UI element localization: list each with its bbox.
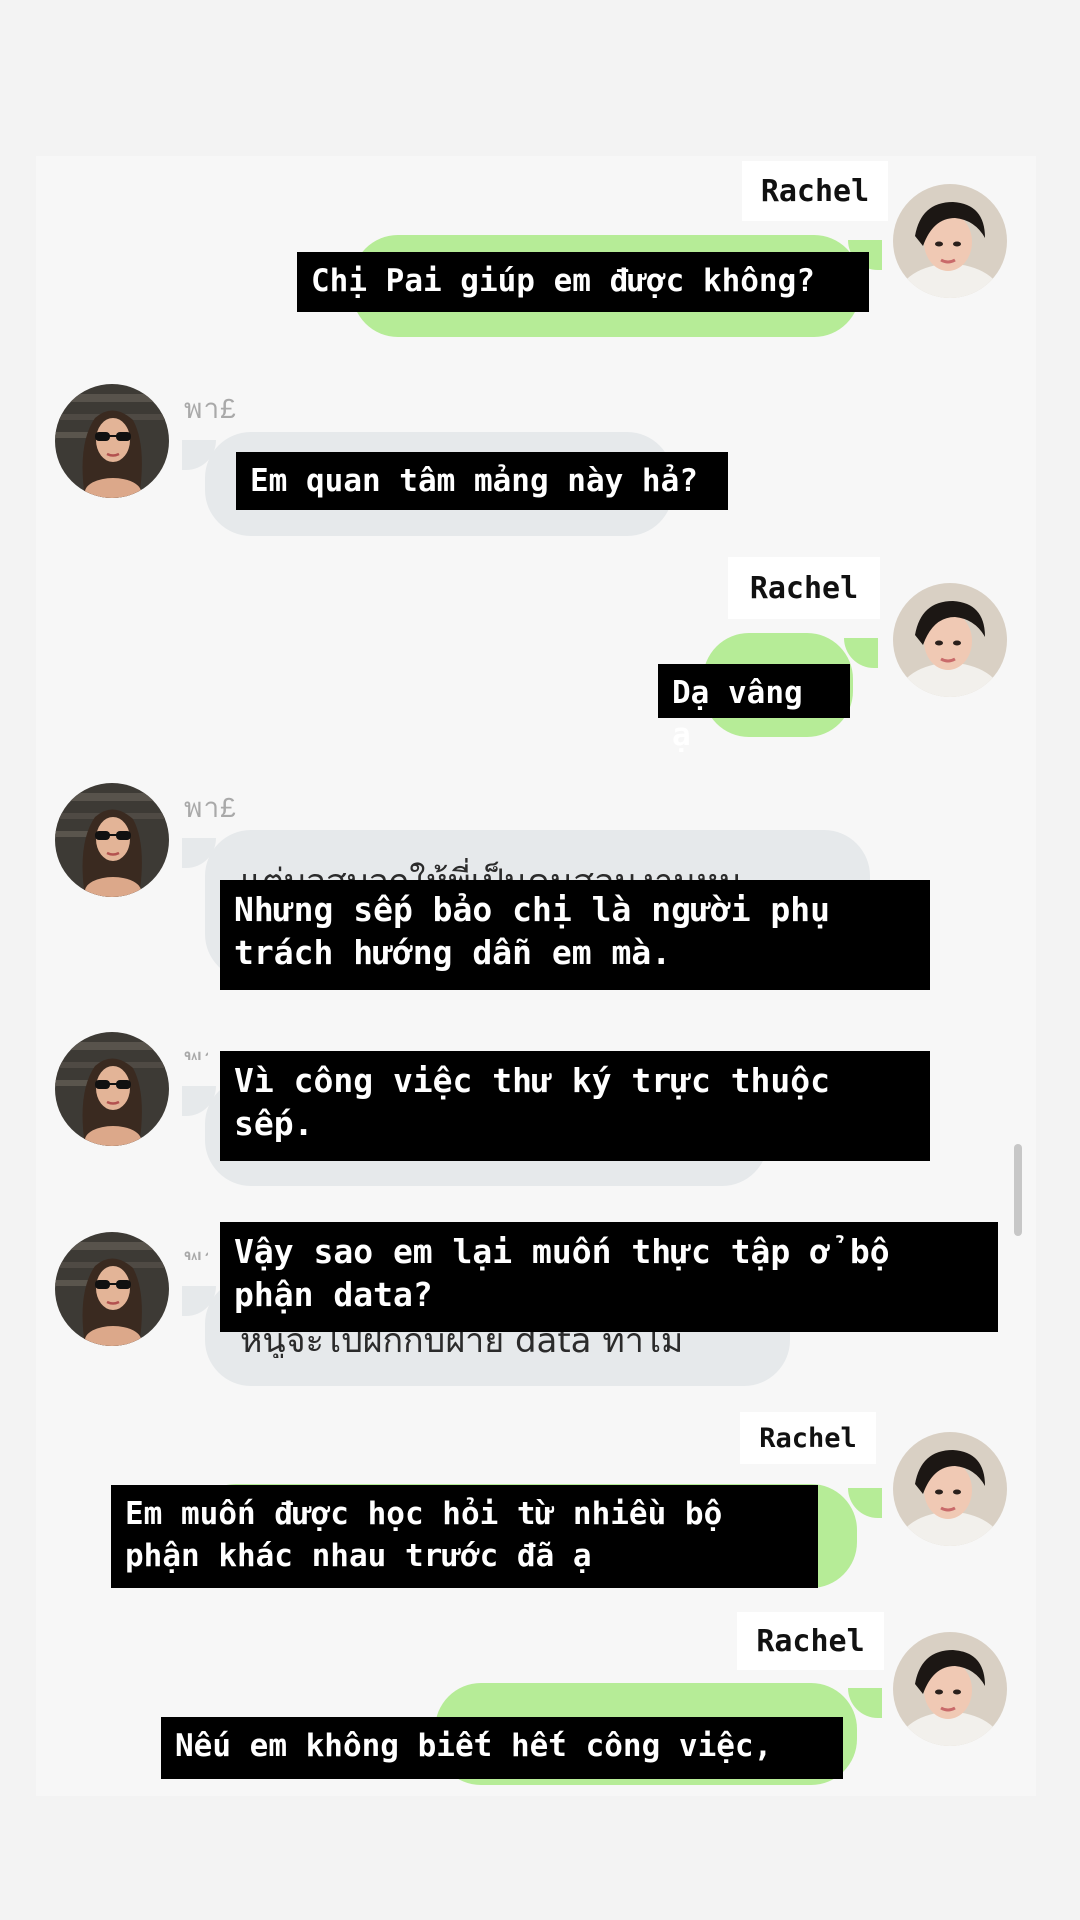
- sender-name-tag: Rachel: [742, 161, 888, 221]
- avatar-pai[interactable]: [55, 1232, 169, 1346]
- avatar-rachel[interactable]: [893, 184, 1007, 298]
- subtitle-caption: Em muốn được học hỏi từ nhiều bộ phận kh…: [111, 1485, 818, 1588]
- subtitle-caption: Chị Pai giúp em được không?: [297, 252, 869, 312]
- subtitle-caption: Vậy sao em lại muốn thực tập ở bộ phận d…: [220, 1222, 998, 1332]
- subtitle-caption: Nhưng sếp bảo chị là người phụ trách hướ…: [220, 880, 930, 990]
- avatar-pai[interactable]: [55, 384, 169, 498]
- subtitle-caption: Nếu em không biết hết công việc,: [161, 1717, 843, 1779]
- sender-name: พา£: [184, 1242, 208, 1260]
- avatar-rachel[interactable]: [893, 1632, 1007, 1746]
- sender-name-tag: Rachel: [737, 1612, 884, 1670]
- scrollbar[interactable]: [1014, 1144, 1022, 1236]
- sender-name-tag: Rachel: [728, 557, 880, 619]
- bubble-text: แต่บอสบอกให้พี่เป็นคนสอนงานหนู: [240, 854, 840, 880]
- sender-name: พา£: [184, 393, 237, 424]
- sender-name-tag: Rachel: [740, 1412, 876, 1464]
- sender-name: พา£: [184, 1042, 208, 1060]
- subtitle-caption: Dạ vâng ạ: [658, 664, 850, 753]
- avatar-rachel[interactable]: [893, 583, 1007, 697]
- sender-name: พา£: [184, 792, 237, 823]
- subtitle-caption: Vì công việc thư ký trực thuộc sếp.: [220, 1051, 930, 1161]
- avatar-pai[interactable]: [55, 1032, 169, 1146]
- subtitle-caption: Em quan tâm mảng này hả?: [236, 452, 728, 510]
- avatar-rachel[interactable]: [893, 1432, 1007, 1546]
- avatar-pai[interactable]: [55, 783, 169, 897]
